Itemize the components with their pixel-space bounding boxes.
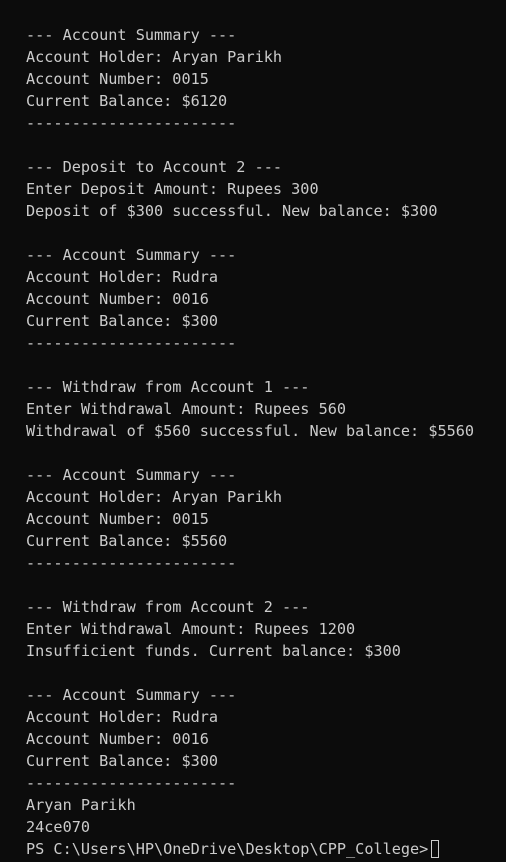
terminal-line: Account Number: 0016	[26, 290, 209, 308]
terminal-line: Withdrawal of $560 successful. New balan…	[26, 422, 475, 440]
terminal-line: Current Balance: $300	[26, 752, 219, 770]
terminal-line: --- Withdraw from Account 2 ---	[26, 598, 310, 616]
terminal-line: Account Holder: Aryan Parikh	[26, 48, 283, 66]
terminal-line: -----------------------	[26, 774, 237, 792]
terminal-line: Enter Withdrawal Amount: Rupees 1200	[26, 620, 356, 638]
terminal-line: Account Number: 0015	[26, 510, 209, 528]
terminal-line: Account Holder: Aryan Parikh	[26, 488, 283, 506]
terminal-line: Account Holder: Rudra	[26, 268, 219, 286]
terminal-line: Current Balance: $5560	[26, 532, 228, 550]
command-prompt-line[interactable]: PS C:\Users\HP\OneDrive\Desktop\CPP_Coll…	[26, 838, 506, 860]
prompt-text: PS C:\Users\HP\OneDrive\Desktop\CPP_Coll…	[26, 840, 429, 858]
terminal-line: --- Deposit to Account 2 ---	[26, 158, 283, 176]
terminal-line: Enter Withdrawal Amount: Rupees 560	[26, 400, 347, 418]
terminal-line: Deposit of $300 successful. New balance:…	[26, 202, 438, 220]
terminal-line: --- Account Summary ---	[26, 466, 237, 484]
terminal-line: --- Account Summary ---	[26, 686, 237, 704]
terminal-line: -----------------------	[26, 554, 237, 572]
terminal-line: --- Account Summary ---	[26, 246, 237, 264]
scrolled-line-fragment: '	[26, 0, 35, 10]
terminal-line: -----------------------	[26, 334, 237, 352]
terminal-line: 24ce070	[26, 818, 91, 836]
terminal-line: Enter Deposit Amount: Rupees 300	[26, 180, 319, 198]
terminal-line: --- Account Summary ---	[26, 26, 237, 44]
text-cursor	[431, 840, 440, 858]
terminal-line: Current Balance: $300	[26, 312, 219, 330]
terminal-line: Account Number: 0015	[26, 70, 209, 88]
terminal-line: Insufficient funds. Current balance: $30…	[26, 642, 401, 660]
terminal-window[interactable]: ' --- Account Summary --- Account Holder…	[0, 0, 506, 862]
terminal-line: Account Number: 0016	[26, 730, 209, 748]
terminal-line: --- Withdraw from Account 1 ---	[26, 378, 310, 396]
terminal-line: Account Holder: Rudra	[26, 708, 219, 726]
terminal-line: Current Balance: $6120	[26, 92, 228, 110]
terminal-line: -----------------------	[26, 114, 237, 132]
terminal-line: Aryan Parikh	[26, 796, 136, 814]
terminal-output: --- Account Summary --- Account Holder: …	[26, 24, 506, 838]
